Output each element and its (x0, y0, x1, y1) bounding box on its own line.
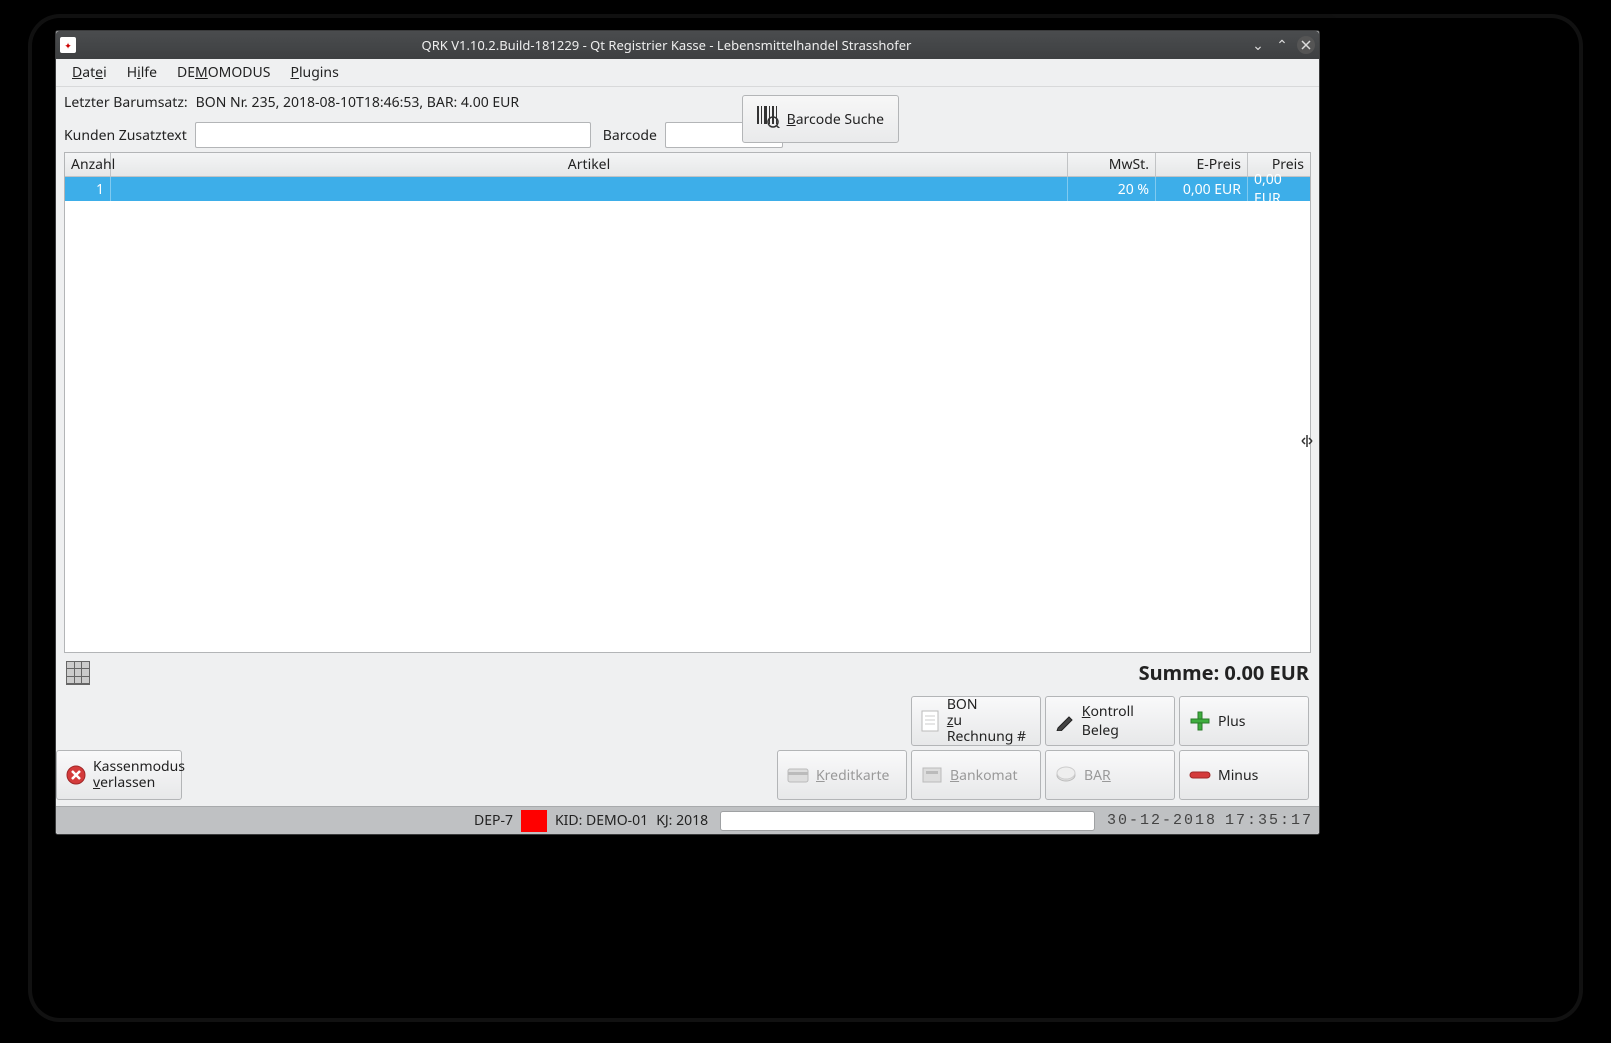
cell-epreis[interactable]: 0,00 EUR (1156, 177, 1248, 201)
cell-preis[interactable]: 0,00 EUR (1248, 177, 1310, 201)
status-kj: KJ: 2018 (656, 811, 708, 830)
credit-card-icon (786, 763, 810, 787)
status-indicator (521, 810, 547, 832)
customer-extra-label: Kunden Zusatztext (64, 126, 187, 145)
last-turnover-label: Letzter Barumsatz: (64, 93, 188, 112)
splitter-handle[interactable] (1297, 426, 1317, 456)
cell-anzahl[interactable]: 1 (65, 177, 111, 201)
plus-icon (1188, 709, 1212, 733)
menu-datei[interactable]: Datei (62, 60, 117, 85)
col-artikel[interactable]: Artikel (111, 153, 1068, 176)
col-anzahl[interactable]: Anzahl (65, 153, 111, 176)
cell-artikel[interactable] (111, 177, 1068, 201)
close-icon[interactable] (1297, 36, 1315, 54)
window-title: QRK V1.10.2.Build-181229 - Qt Registrier… (84, 36, 1249, 54)
statusbar: DEP-7 KID: DEMO-01 KJ: 2018 30-12-2018 1… (56, 806, 1319, 834)
col-mwst[interactable]: MwSt. (1068, 153, 1156, 176)
col-epreis[interactable]: E-Preis (1156, 153, 1248, 176)
kontroll-label: Kontroll Beleg (1082, 702, 1166, 740)
pen-icon (1054, 709, 1076, 733)
cell-mwst[interactable]: 20 % (1068, 177, 1156, 201)
plus-button[interactable]: Plus (1179, 696, 1309, 746)
progress-bar (720, 811, 1095, 831)
cash-icon (1054, 763, 1078, 787)
titlebar: ✦ QRK V1.10.2.Build-181229 - Qt Registri… (56, 31, 1319, 59)
menu-plugins[interactable]: Plugins (280, 60, 348, 85)
menu-demomodus[interactable]: DEMOMODUS (167, 60, 280, 85)
last-turnover-value: BON Nr. 235, 2018-08-10T18:46:53, BAR: 4… (196, 93, 519, 112)
sum-value: 0.00 EUR (1224, 659, 1309, 686)
app-icon: ✦ (60, 37, 76, 53)
exit-kassenmodus-button[interactable]: Kassenmodus verlassen (56, 750, 182, 800)
minus-icon (1188, 763, 1212, 787)
status-kid: KID: DEMO-01 (555, 811, 648, 830)
status-date: 30-12-2018 (1107, 812, 1217, 829)
kontroll-beleg-button[interactable]: Kontroll Beleg (1045, 696, 1175, 746)
cancel-icon (65, 763, 87, 787)
items-table: Anzahl Artikel MwSt. E-Preis Preis 1 20 … (64, 152, 1311, 653)
kreditkarte-button[interactable]: Kreditkarte (777, 750, 907, 800)
status-time: 17:35:17 (1225, 812, 1313, 829)
bon-zu-rechnung-button[interactable]: BON zu Rechnung # (911, 696, 1041, 746)
barcode-search-label: arcode Suche (796, 110, 884, 129)
plus-label: Plus (1218, 712, 1245, 731)
bankomat-button[interactable]: Bankomat (911, 750, 1041, 800)
barcode-icon (757, 106, 781, 133)
minus-button[interactable]: Minus (1179, 750, 1309, 800)
app-window: ✦ QRK V1.10.2.Build-181229 - Qt Registri… (55, 30, 1320, 835)
customer-extra-input[interactable] (195, 122, 591, 148)
menu-hilfe[interactable]: Hilfe (117, 60, 167, 85)
minimize-icon[interactable]: ⌄ (1249, 36, 1267, 54)
minus-label: Minus (1218, 766, 1258, 785)
barcode-search-button[interactable]: Barcode Suche (742, 95, 899, 143)
table-row[interactable]: 1 20 % 0,00 EUR 0,00 EUR (65, 177, 1310, 201)
numpad-icon[interactable] (66, 661, 90, 685)
receipt-icon (920, 709, 941, 733)
maximize-icon[interactable]: ⌃ (1273, 36, 1291, 54)
menubar: Datei Hilfe DEMOMODUS Plugins (56, 59, 1319, 87)
table-header: Anzahl Artikel MwSt. E-Preis Preis (65, 153, 1310, 177)
sum-label: Summe: (1139, 659, 1220, 686)
status-dep: DEP-7 (474, 811, 513, 830)
atm-icon (920, 763, 944, 787)
barcode-label: Barcode (603, 126, 657, 145)
bar-button[interactable]: BAR (1045, 750, 1175, 800)
